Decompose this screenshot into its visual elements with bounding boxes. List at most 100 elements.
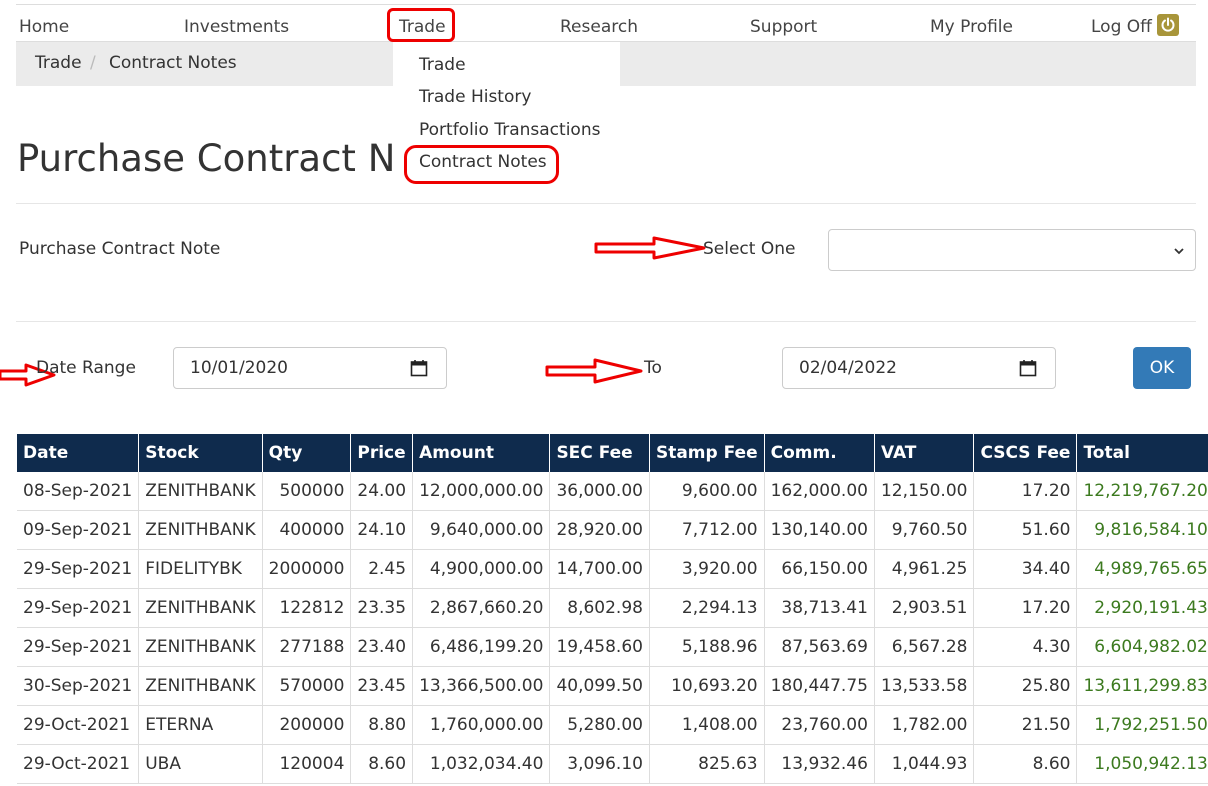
arrow-icon	[594, 236, 706, 260]
divider	[16, 203, 1196, 204]
col-stock[interactable]: Stock	[138, 434, 263, 472]
arrow-icon	[545, 358, 643, 384]
table-cell: 180,447.75	[764, 666, 875, 706]
col-price[interactable]: Price	[350, 434, 414, 472]
col-stamp-fee[interactable]: Stamp Fee	[649, 434, 765, 472]
table-cell: 120004	[262, 744, 352, 784]
col-total[interactable]: Total	[1076, 434, 1208, 472]
dropdown-item-trade[interactable]: Trade	[419, 55, 466, 75]
col-cscs-fee[interactable]: CSCS Fee	[973, 434, 1078, 472]
table-cell: 29-Sep-2021	[17, 627, 140, 667]
table-cell: 24.10	[350, 510, 414, 550]
table-cell: 08-Sep-2021	[17, 472, 140, 511]
table-cell: 23.40	[350, 627, 414, 667]
table-cell: 09-Sep-2021	[17, 510, 140, 550]
table-cell: 277188	[262, 627, 352, 667]
power-icon[interactable]	[1157, 14, 1179, 36]
nav-research[interactable]: Research	[560, 17, 638, 37]
table-cell: 4,961.25	[874, 549, 975, 589]
nav-my-profile[interactable]: My Profile	[930, 17, 1013, 37]
table-cell: 9,640,000.00	[412, 510, 551, 550]
ok-button[interactable]: OK	[1133, 347, 1191, 389]
nav-home[interactable]: Home	[19, 17, 69, 37]
table-row: 08-Sep-2021 ZENITHBANK 500000 24.00 12,000,0…	[17, 472, 1208, 511]
table-cell: 1,782.00	[874, 705, 975, 745]
col-qty[interactable]: Qty	[262, 434, 352, 472]
col-amount[interactable]: Amount	[412, 434, 551, 472]
table-cell: 1,760,000.00	[412, 705, 551, 745]
table-cell: 162,000.00	[764, 472, 875, 511]
table-cell: 13,533.58	[874, 666, 975, 706]
table-cell: 24.00	[350, 472, 414, 511]
calendar-icon[interactable]	[410, 359, 428, 377]
breadcrumb-trade[interactable]: Trade	[35, 53, 82, 73]
table-cell: 36,000.00	[549, 472, 650, 511]
table-cell: ZENITHBANK	[138, 510, 263, 550]
dropdown-item-trade-history[interactable]: Trade History	[419, 87, 531, 107]
table-cell: 29-Sep-2021	[17, 588, 140, 628]
table-cell: FIDELITYBK	[138, 549, 263, 589]
table-cell: 17.20	[973, 588, 1078, 628]
table-cell: 4,989,765.65	[1076, 549, 1208, 589]
nav-support[interactable]: Support	[750, 17, 817, 37]
table-cell: 130,140.00	[764, 510, 875, 550]
table-cell: ZENITHBANK	[138, 627, 263, 667]
table-cell: 9,760.50	[874, 510, 975, 550]
table-cell: 2,920,191.43	[1076, 588, 1208, 628]
date-from-input[interactable]: 10/01/2020	[173, 347, 447, 389]
table-cell: 825.63	[649, 744, 765, 784]
col-sec-fee[interactable]: SEC Fee	[549, 434, 650, 472]
table-cell: 10,693.20	[649, 666, 765, 706]
table-cell: 13,366,500.00	[412, 666, 551, 706]
nav-log-off[interactable]: Log Off	[1091, 17, 1152, 37]
table-cell: 28,920.00	[549, 510, 650, 550]
table-cell: 200000	[262, 705, 352, 745]
table-cell: 6,486,199.20	[412, 627, 551, 667]
calendar-icon[interactable]	[1019, 359, 1037, 377]
contract-notes-highlight-box	[404, 145, 559, 184]
purchase-contract-note-label: Purchase Contract Note	[19, 239, 221, 259]
table-cell: 3,096.10	[549, 744, 650, 784]
table-cell: 400000	[262, 510, 352, 550]
table-row: 30-Sep-2021 ZENITHBANK 570000 23.45 13,366,5…	[17, 666, 1208, 706]
dropdown-item-portfolio-transactions[interactable]: Portfolio Transactions	[419, 120, 600, 140]
col-comm[interactable]: Comm.	[764, 434, 875, 472]
table-cell: 4,900,000.00	[412, 549, 551, 589]
contract-note-select[interactable]	[828, 229, 1196, 271]
table-cell: 8.80	[350, 705, 414, 745]
nav-investments[interactable]: Investments	[184, 17, 289, 37]
table-cell: 51.60	[973, 510, 1078, 550]
table-cell: 8.60	[973, 744, 1078, 784]
table-cell: 29-Oct-2021	[17, 744, 140, 784]
table-cell: 13,932.46	[764, 744, 875, 784]
table-row: 29-Sep-2021 FIDELITYBK 2000000 2.45 4,900,00…	[17, 549, 1208, 589]
table-cell: 2,294.13	[649, 588, 765, 628]
page-title: Purchase Contract Nc	[17, 137, 416, 180]
table-cell: 13,611,299.83	[1076, 666, 1208, 706]
table-cell: 8,602.98	[549, 588, 650, 628]
to-label: To	[644, 358, 662, 378]
table-cell: ZENITHBANK	[138, 472, 263, 511]
table-cell: 570000	[262, 666, 352, 706]
table-cell: 2,867,660.20	[412, 588, 551, 628]
table-cell: 23.35	[350, 588, 414, 628]
table-cell: 29-Sep-2021	[17, 549, 140, 589]
table-cell: 9,816,584.10	[1076, 510, 1208, 550]
table-cell: 87,563.69	[764, 627, 875, 667]
table-cell: ZENITHBANK	[138, 588, 263, 628]
table-cell: 40,099.50	[549, 666, 650, 706]
table-cell: 66,150.00	[764, 549, 875, 589]
table-cell: 500000	[262, 472, 352, 511]
table-cell: 9,600.00	[649, 472, 765, 511]
col-date[interactable]: Date	[17, 434, 140, 472]
table-cell: 21.50	[973, 705, 1078, 745]
date-to-input[interactable]: 02/04/2022	[782, 347, 1056, 389]
table-cell: 2.45	[350, 549, 414, 589]
table-cell: 6,567.28	[874, 627, 975, 667]
table-cell: ETERNA	[138, 705, 263, 745]
table-cell: 5,188.96	[649, 627, 765, 667]
date-to-value: 02/04/2022	[799, 358, 897, 378]
table-cell: 12,000,000.00	[412, 472, 551, 511]
col-vat[interactable]: VAT	[874, 434, 975, 472]
table-cell: 5,280.00	[549, 705, 650, 745]
